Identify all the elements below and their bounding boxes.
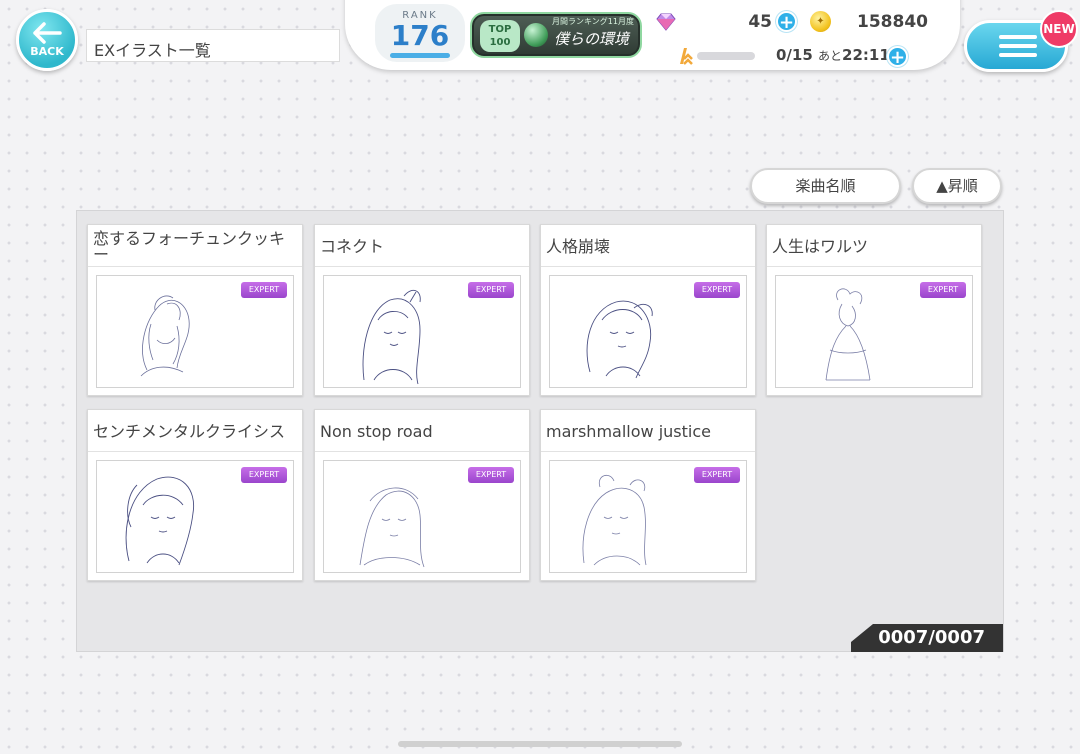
coin-count: 158840 bbox=[857, 12, 928, 32]
rank-display[interactable]: RANK 176 bbox=[375, 4, 465, 62]
gem-count: 45 bbox=[748, 12, 772, 32]
back-label: BACK bbox=[30, 45, 64, 58]
difficulty-badge: EXPERT bbox=[468, 282, 514, 298]
illustration-card[interactable]: 人生はワルツ EXPERT bbox=[766, 224, 982, 396]
sketch-thumbnail: EXPERT bbox=[775, 275, 973, 388]
live-recover-time: 22:11 bbox=[842, 46, 890, 64]
coin-icon: ✦ bbox=[810, 11, 831, 32]
back-button[interactable]: BACK bbox=[16, 9, 78, 71]
item-counter: 0007/0007 bbox=[851, 624, 1003, 652]
new-badge: NEW bbox=[1040, 10, 1078, 48]
sketch-thumbnail: EXPERT bbox=[549, 460, 747, 573]
difficulty-badge: EXPERT bbox=[241, 467, 287, 483]
song-title: Non stop road bbox=[315, 410, 529, 452]
illustration-card[interactable]: センチメンタルクライシス EXPERT bbox=[87, 409, 303, 581]
ranking-title: 僕らの環境 bbox=[554, 30, 630, 48]
home-indicator[interactable] bbox=[398, 741, 682, 747]
song-title: 人生はワルツ bbox=[767, 225, 981, 267]
live-recover-prefix: あと bbox=[818, 49, 843, 63]
difficulty-badge: EXPERT bbox=[241, 282, 287, 298]
difficulty-badge: EXPERT bbox=[468, 467, 514, 483]
rank-progress-bar bbox=[390, 53, 450, 58]
illustration-card[interactable]: 人格崩壊 EXPERT bbox=[540, 224, 756, 396]
live-bonus-icon bbox=[680, 48, 693, 65]
sketch-thumbnail: EXPERT bbox=[96, 275, 294, 388]
sketch-thumbnail: EXPERT bbox=[96, 460, 294, 573]
illustration-card[interactable]: 恋するフォーチュンクッキー EXPERT bbox=[87, 224, 303, 396]
song-title: marshmallow justice bbox=[541, 410, 755, 452]
hamburger-icon bbox=[999, 35, 1037, 62]
live-bonus-count: 0/15 bbox=[776, 46, 813, 64]
difficulty-badge: EXPERT bbox=[694, 282, 740, 298]
illustration-card[interactable]: marshmallow justice EXPERT bbox=[540, 409, 756, 581]
top-count: 100 bbox=[489, 37, 511, 48]
rank-value: 176 bbox=[390, 19, 450, 52]
add-live-bonus-button[interactable]: + bbox=[887, 46, 908, 68]
character-sketch-icon bbox=[125, 476, 195, 566]
sketch-thumbnail: EXPERT bbox=[549, 275, 747, 388]
sort-by-song-button[interactable]: 楽曲名順 bbox=[750, 168, 901, 204]
illustration-card[interactable]: コネクト EXPERT bbox=[314, 224, 530, 396]
sketch-thumbnail: EXPERT bbox=[323, 460, 521, 573]
back-arrow-icon bbox=[33, 22, 62, 44]
character-sketch-icon bbox=[825, 288, 871, 381]
difficulty-badge: EXPERT bbox=[920, 282, 966, 298]
song-title: 人格崩壊 bbox=[541, 225, 755, 267]
song-title: センチメンタルクライシス bbox=[88, 410, 302, 452]
illustration-card[interactable]: Non stop road EXPERT bbox=[314, 409, 530, 581]
song-title: 恋するフォーチュンクッキー bbox=[88, 225, 302, 267]
top100-badge: TOP 100 bbox=[480, 20, 520, 52]
character-sketch-icon bbox=[586, 300, 653, 379]
crystal-gem-icon bbox=[656, 13, 676, 31]
ranking-orb-icon bbox=[524, 23, 548, 47]
character-sketch-icon bbox=[582, 474, 647, 566]
live-bonus-bar bbox=[697, 52, 755, 60]
sketch-thumbnail: EXPERT bbox=[323, 275, 521, 388]
monthly-ranking-badge[interactable]: TOP 100 月間ランキング11月度 僕らの環境 bbox=[470, 12, 642, 58]
page-title: EXイラスト一覧 bbox=[86, 29, 340, 62]
character-sketch-icon bbox=[140, 295, 190, 377]
ranking-period: 月間ランキング11月度 bbox=[552, 17, 634, 26]
sort-order-button[interactable]: ▲昇順 bbox=[912, 168, 1002, 204]
add-gems-button[interactable]: + bbox=[776, 11, 797, 33]
live-bonus-status: 0/15 あと22:11 bbox=[776, 46, 890, 64]
character-sketch-icon bbox=[362, 289, 421, 385]
character-sketch-icon bbox=[359, 487, 425, 568]
illustration-list-panel: 恋するフォーチュンクッキー EXPERT コネクト EXPERT 人格崩壊 EX… bbox=[76, 210, 1004, 652]
song-title: コネクト bbox=[315, 225, 529, 267]
difficulty-badge: EXPERT bbox=[694, 467, 740, 483]
top-label: TOP bbox=[488, 24, 512, 35]
